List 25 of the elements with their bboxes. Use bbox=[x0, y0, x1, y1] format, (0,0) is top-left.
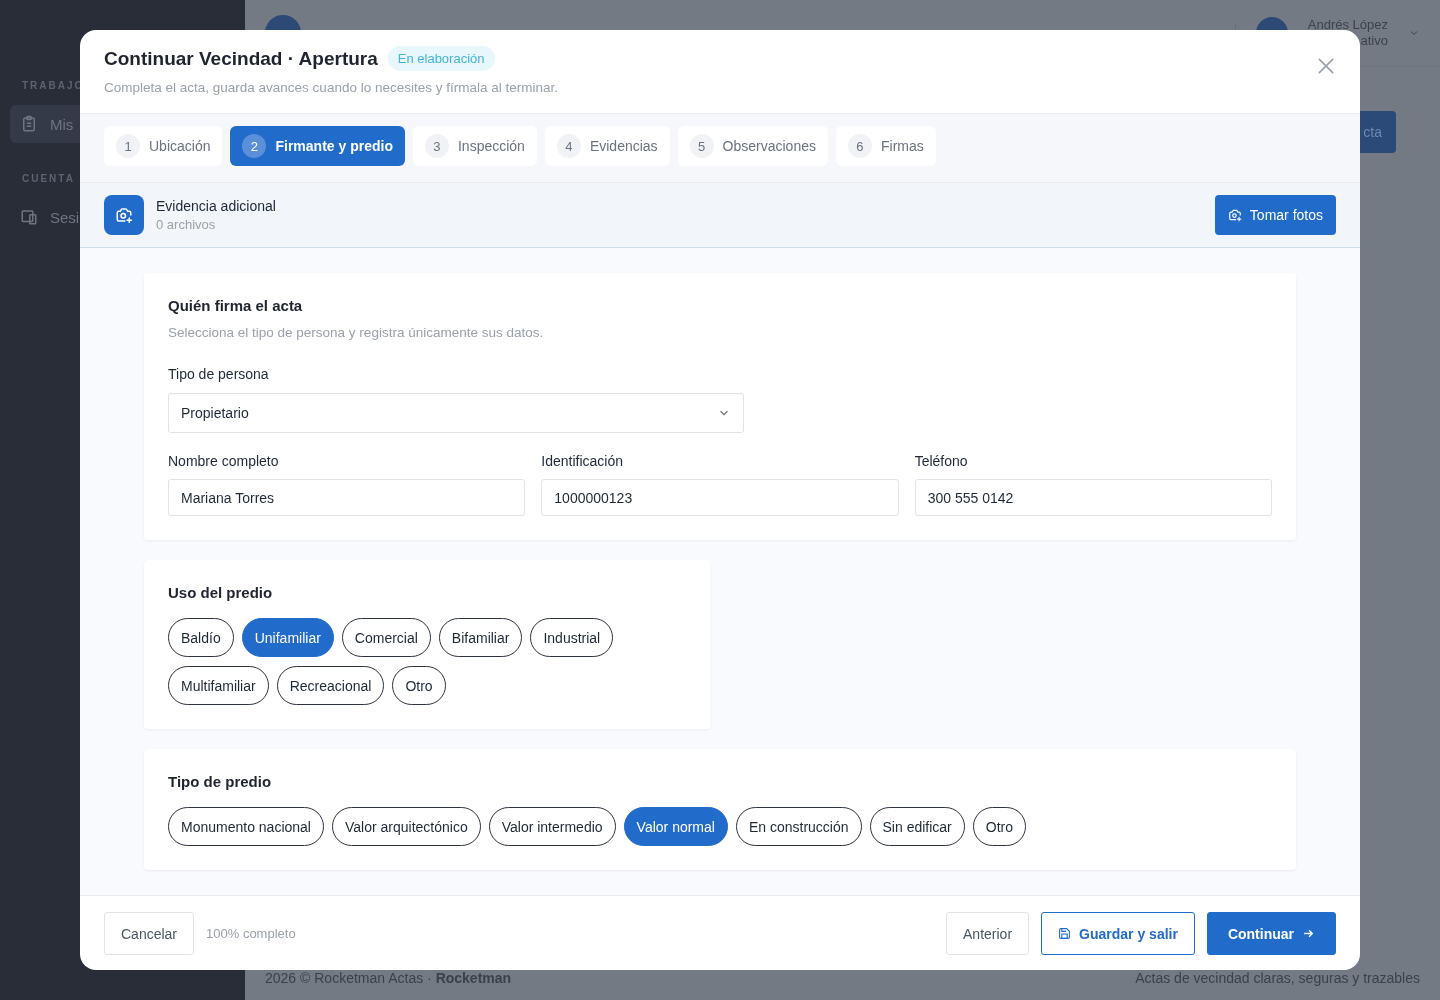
field-label: Tipo de persona bbox=[168, 366, 270, 382]
step-number: 4 bbox=[556, 134, 581, 158]
field-label: Teléfono bbox=[914, 453, 969, 469]
modal-subtitle: Completa el acta, guarda avances cuando lo necesites y fírmala al terminar. bbox=[104, 80, 559, 95]
card-title: Quién firma el acta bbox=[168, 297, 304, 314]
modal-title: Continuar Vecindad · Apertura bbox=[104, 47, 378, 70]
field-label: Nombre completo bbox=[168, 453, 280, 469]
card-title: Tipo de predio bbox=[168, 773, 273, 790]
status-badge: En elaboración bbox=[387, 46, 495, 71]
step-number: 5 bbox=[689, 134, 714, 158]
sidebar-section-label: CUENTA bbox=[22, 173, 75, 184]
card-title: Uso del predio bbox=[168, 584, 274, 601]
field-label: Identificación bbox=[541, 453, 625, 469]
progress-text: 100% completo bbox=[206, 926, 297, 941]
step-number: 2 bbox=[242, 134, 267, 158]
step-number: 6 bbox=[848, 134, 872, 158]
evidence-count: 0 archivos bbox=[156, 217, 217, 232]
user-name: Andrés López bbox=[1307, 17, 1388, 33]
card-subtitle: Selecciona el tipo de persona y registra únicamente sus datos. bbox=[168, 325, 545, 340]
step-number: 3 bbox=[424, 134, 449, 158]
evidence-title: Evidencia adicional bbox=[156, 198, 277, 214]
user-role: ativo bbox=[1360, 33, 1388, 49]
footer-copyright: 2026 © Rocketman Actas · Rocketman bbox=[265, 970, 512, 986]
footer-tagline: Actas de vecindad claras, seguras y trazables bbox=[1135, 970, 1420, 986]
step-number: 1 bbox=[116, 134, 140, 158]
